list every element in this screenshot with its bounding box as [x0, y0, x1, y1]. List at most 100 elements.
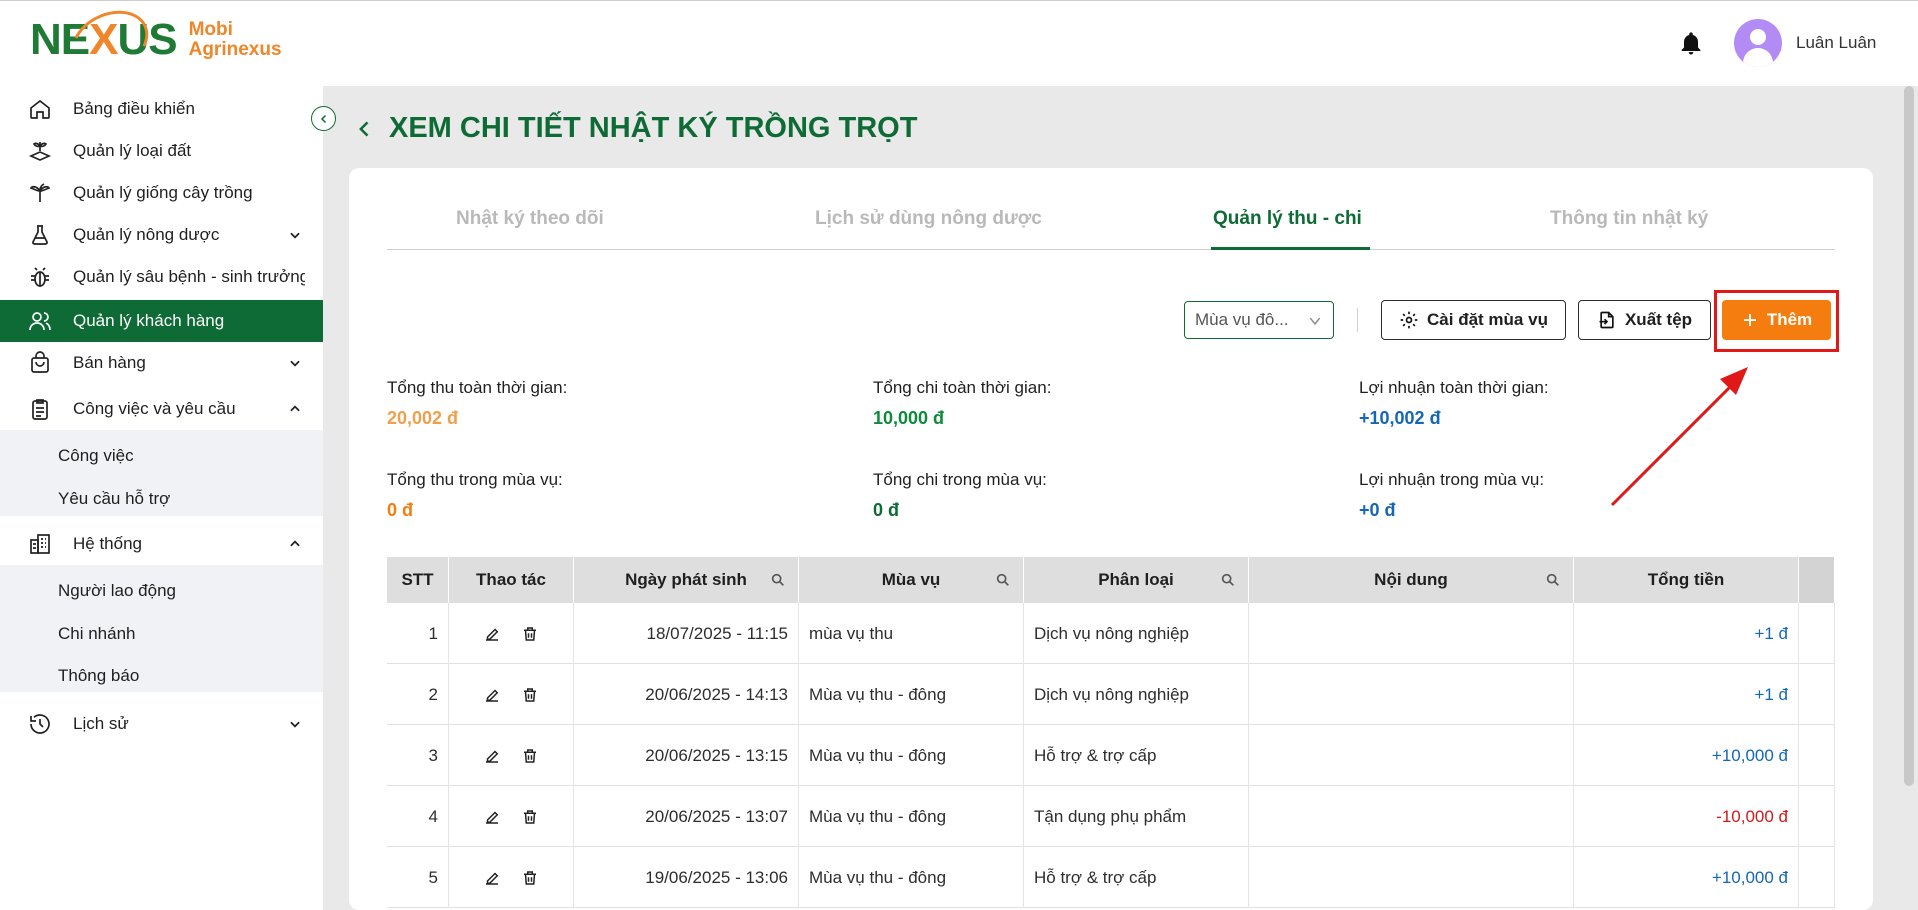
- page-scrollbar[interactable]: [1904, 86, 1914, 786]
- sidebar: Bảng điều khiển Quản lý loại đất Quản lý…: [0, 86, 323, 910]
- cell-total: +10,000 đ: [1574, 725, 1799, 786]
- edit-icon[interactable]: [483, 625, 501, 643]
- season-select[interactable]: Mùa vụ đô...: [1184, 301, 1334, 339]
- sidebar-item-sales[interactable]: Bán hàng: [0, 342, 323, 384]
- sidebar-item-work[interactable]: Công việc và yêu cầu: [0, 388, 323, 430]
- export-button[interactable]: Xuất tệp: [1578, 300, 1711, 340]
- table-row: 4 20/06/2025 - 13:07 Mùa vụ thu - đông Tận …: [387, 786, 1835, 847]
- logo-wordmark: NEXUS: [30, 0, 178, 86]
- cell-actions: [449, 603, 574, 664]
- cell-stt: 4: [387, 786, 449, 847]
- cell-date: 18/07/2025 - 11:15: [574, 603, 799, 664]
- cell-season: Mùa vụ thu - đông: [799, 664, 1024, 725]
- tab-pesticide-history[interactable]: Lịch sử dùng nông dược: [815, 208, 1042, 230]
- cell-content: [1249, 664, 1574, 725]
- stat-total-expense-season: Tổng chi trong mùa vụ: 0 đ: [873, 470, 1047, 520]
- user-name[interactable]: Luân Luân: [1796, 33, 1876, 53]
- chevron-left-icon: [320, 114, 326, 123]
- cell-content: [1249, 847, 1574, 908]
- cell-actions: [449, 664, 574, 725]
- highlight-annotation-box: [1714, 290, 1839, 352]
- bag-icon: [31, 351, 49, 373]
- gear-icon: [1400, 311, 1418, 329]
- tab-log-info[interactable]: Thông tin nhật ký: [1550, 208, 1708, 230]
- edit-icon[interactable]: [483, 808, 501, 826]
- table-row: 3 20/06/2025 - 13:15 Mùa vụ thu - đông Hỗ t…: [387, 725, 1835, 786]
- tab-income-expense[interactable]: Quản lý thu - chi: [1213, 208, 1362, 230]
- stat-profit-season: Lợi nhuận trong mùa vụ: +0 đ: [1359, 470, 1545, 520]
- clipboard-icon: [32, 399, 48, 420]
- chevron-down-icon: [290, 360, 300, 367]
- col-stt: STT: [387, 557, 449, 603]
- search-icon[interactable]: [995, 572, 1011, 588]
- toolbar-divider: [1357, 308, 1358, 332]
- logo-text: Mobi Agrinexus: [188, 19, 282, 60]
- stat-profit-all: Lợi nhuận toàn thời gian: +10,002 đ: [1359, 378, 1549, 428]
- sidebar-item-customers[interactable]: Quản lý khách hàng: [0, 300, 323, 342]
- edit-icon[interactable]: [483, 747, 501, 765]
- plant-icon: [29, 183, 51, 202]
- table-row: 1 18/07/2025 - 11:15 mùa vụ thu Dịch vụ nôn…: [387, 603, 1835, 664]
- cell-stt: 5: [387, 847, 449, 908]
- col-category: Phân loại: [1024, 557, 1249, 603]
- bell-icon[interactable]: [1677, 29, 1705, 59]
- sidebar-item-pests[interactable]: Quản lý sâu bệnh - sinh trưởng: [0, 256, 323, 298]
- col-overflow: [1799, 557, 1835, 603]
- back-arrow-icon[interactable]: [355, 119, 375, 139]
- trash-icon[interactable]: [521, 808, 539, 826]
- edit-icon[interactable]: [483, 686, 501, 704]
- search-icon[interactable]: [770, 572, 786, 588]
- cell-overflow: [1799, 725, 1835, 786]
- trash-icon[interactable]: [521, 625, 539, 643]
- season-settings-button[interactable]: Cài đặt mùa vụ: [1381, 300, 1566, 340]
- trash-icon[interactable]: [521, 869, 539, 887]
- export-file-icon: [1599, 311, 1614, 329]
- col-total: Tổng tiền: [1574, 557, 1799, 603]
- chevron-down-icon: [290, 232, 300, 239]
- sidebar-subitem-workers[interactable]: Người lao động: [58, 581, 176, 601]
- cell-category: Dịch vụ nông nghiệp: [1024, 664, 1249, 725]
- stat-total-income-all: Tổng thu toàn thời gian: 20,002 đ: [387, 378, 568, 428]
- sidebar-item-plant-varieties[interactable]: Quản lý giống cây trồng: [0, 172, 323, 214]
- trash-icon[interactable]: [521, 686, 539, 704]
- sidebar-item-soil[interactable]: Quản lý loại đất: [0, 130, 323, 172]
- search-icon[interactable]: [1545, 572, 1561, 588]
- sidebar-collapse-button[interactable]: [311, 106, 336, 131]
- cell-season: Mùa vụ thu - đông: [799, 786, 1024, 847]
- trash-icon[interactable]: [521, 747, 539, 765]
- page-title: XEM CHI TIẾT NHẬT KÝ TRỒNG TRỌT: [355, 112, 917, 145]
- cell-overflow: [1799, 603, 1835, 664]
- table-header: STT Thao tác Ngày phát sinh Mùa vụ Phân …: [387, 557, 1835, 603]
- sidebar-subitem-branches[interactable]: Chi nhánh: [58, 624, 136, 644]
- cell-stt: 2: [387, 664, 449, 725]
- search-icon[interactable]: [1220, 572, 1236, 588]
- cell-total: +10,000 đ: [1574, 847, 1799, 908]
- tab-tracking-log[interactable]: Nhật ký theo dõi: [456, 208, 604, 230]
- cell-actions: [449, 786, 574, 847]
- sidebar-item-system[interactable]: Hệ thống: [0, 523, 323, 565]
- col-season: Mùa vụ: [799, 557, 1024, 603]
- brand-logo[interactable]: NEXUS Mobi Agrinexus: [30, 0, 282, 86]
- cell-date: 20/06/2025 - 14:13: [574, 664, 799, 725]
- sidebar-subitem-tasks[interactable]: Công việc: [58, 446, 134, 466]
- cell-actions: [449, 725, 574, 786]
- sidebar-subitem-notifications[interactable]: Thông báo: [58, 666, 139, 686]
- sidebar-item-pesticides[interactable]: Quản lý nông dược: [0, 214, 323, 256]
- cell-content: [1249, 786, 1574, 847]
- cell-overflow: [1799, 786, 1835, 847]
- cell-date: 19/06/2025 - 13:06: [574, 847, 799, 908]
- sidebar-item-history[interactable]: Lịch sử: [0, 703, 323, 745]
- cell-category: Hỗ trợ & trợ cấp: [1024, 847, 1249, 908]
- stat-total-income-season: Tổng thu trong mùa vụ: 0 đ: [387, 470, 563, 520]
- sidebar-item-dashboard[interactable]: Bảng điều khiển: [0, 88, 323, 130]
- sidebar-subitem-support-requests[interactable]: Yêu cầu hỗ trợ: [58, 489, 170, 509]
- edit-icon[interactable]: [483, 869, 501, 887]
- col-content: Nội dung: [1249, 557, 1574, 603]
- cell-season: Mùa vụ thu - đông: [799, 847, 1024, 908]
- avatar[interactable]: [1734, 19, 1782, 67]
- stat-total-expense-all: Tổng chi toàn thời gian: 10,000 đ: [873, 378, 1052, 428]
- cell-date: 20/06/2025 - 13:15: [574, 725, 799, 786]
- cell-date: 20/06/2025 - 13:07: [574, 786, 799, 847]
- cell-category: Tận dụng phụ phẩm: [1024, 786, 1249, 847]
- chevron-up-icon: [290, 405, 300, 412]
